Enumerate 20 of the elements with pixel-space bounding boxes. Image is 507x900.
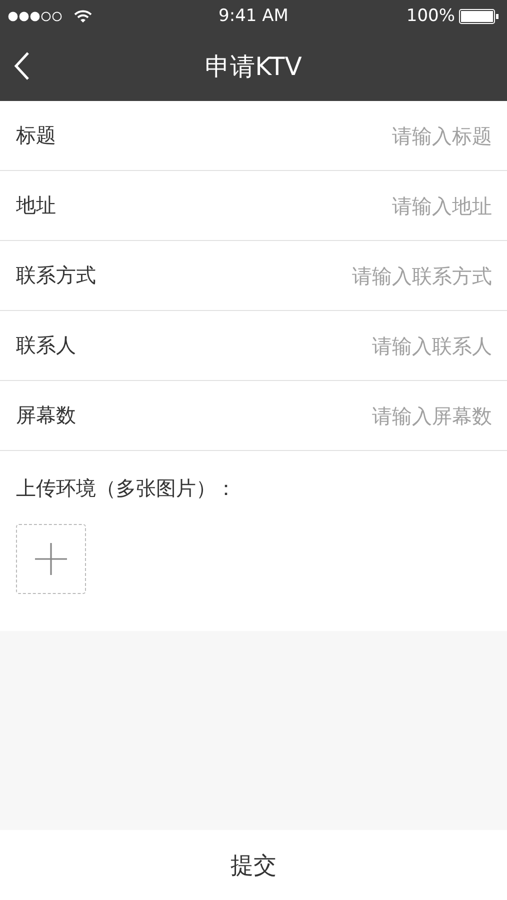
input-field[interactable]: 请输入地址 <box>232 194 492 218</box>
field-label: 屏幕数 <box>16 402 76 429</box>
field-label: 联系人 <box>16 332 76 359</box>
back-button[interactable] <box>14 51 30 81</box>
submit-button[interactable]: 提交 <box>0 830 507 900</box>
wifi-icon <box>74 10 92 22</box>
back-icon <box>14 51 30 81</box>
field-label: 联系方式 <box>16 262 96 289</box>
input-field[interactable]: 请输入联系人 <box>232 334 492 358</box>
field-label: 地址 <box>16 192 56 219</box>
status-time: 9:41 AM <box>218 6 288 26</box>
input-field[interactable]: 请输入标题 <box>232 124 492 148</box>
plus-icon <box>33 541 69 577</box>
input-field[interactable]: 请输入屏幕数 <box>232 404 492 428</box>
field-label: 标题 <box>16 122 56 149</box>
upload-label: 上传环境（多张图片）： <box>16 475 236 502</box>
battery-icon <box>458 8 499 24</box>
page-title: 申请KTV <box>205 51 302 83</box>
battery-percent: 100% <box>406 6 455 26</box>
input-field[interactable]: 请输入联系方式 <box>232 264 492 288</box>
